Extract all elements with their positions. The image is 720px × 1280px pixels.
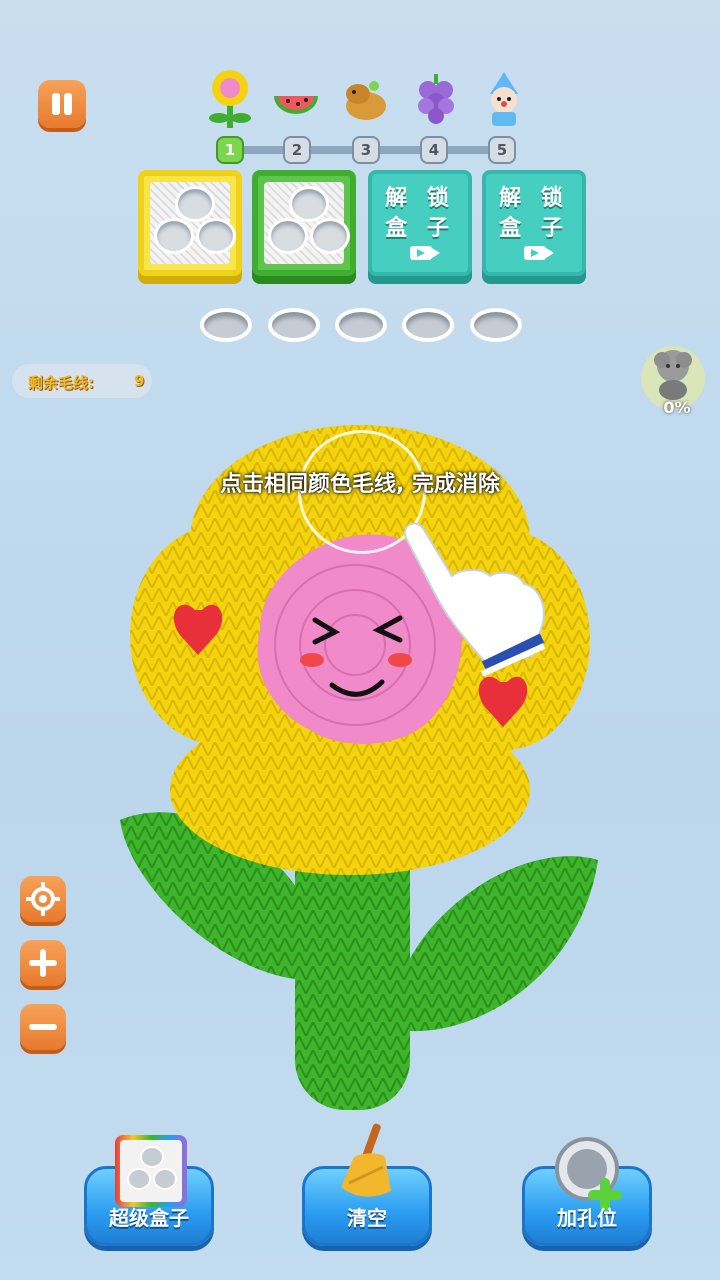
empty-slot	[200, 308, 252, 342]
progress-percent: 0%	[663, 398, 691, 417]
flower-icon	[204, 68, 256, 128]
yarn-box-yellow[interactable]	[138, 170, 242, 276]
video-ad-icon	[410, 246, 440, 260]
target-icon	[26, 882, 60, 916]
broom-icon	[335, 1123, 405, 1203]
instruction-text: 点击相同颜色毛线, 完成消除	[219, 472, 501, 497]
remaining-count: 9	[134, 372, 145, 390]
clear-label: 清空	[347, 1206, 387, 1230]
recenter-button[interactable]	[20, 876, 66, 922]
zoom-out-button[interactable]	[20, 1004, 66, 1050]
watermelon-icon	[270, 68, 322, 128]
yarn-right-leaf[interactable]	[400, 856, 598, 1032]
box-hole	[154, 218, 194, 254]
level-node-2: 2	[283, 136, 311, 164]
capybara-icon	[340, 68, 392, 128]
box-hole	[175, 186, 215, 222]
level-node-5: 5	[488, 136, 516, 164]
minus-icon	[29, 1024, 57, 1030]
box-hole	[268, 218, 308, 254]
level-node-4: 4	[420, 136, 448, 164]
pointing-hand-icon	[392, 516, 552, 677]
pause-button[interactable]	[38, 80, 86, 128]
super-box-icon	[115, 1135, 187, 1207]
pause-icon	[52, 93, 60, 115]
add-hole-icon	[549, 1133, 629, 1213]
empty-slot	[335, 308, 387, 342]
box-hole	[310, 218, 350, 254]
clear-button[interactable]: 清空	[302, 1123, 432, 1246]
unlock-label-line1: 解 锁	[385, 186, 455, 211]
remaining-yarn-counter: 剩余毛线: 9	[12, 364, 152, 398]
yarn-box-green[interactable]	[252, 170, 356, 276]
unlock-box-button-1[interactable]: 解 锁 盒 子	[368, 170, 472, 276]
add-hole-button[interactable]: 加孔位	[522, 1137, 652, 1246]
super-box-label: 超级盒子	[109, 1206, 189, 1230]
level-node-1: 1	[216, 136, 244, 164]
unlock-label-line1: 解 锁	[499, 186, 569, 211]
empty-slot	[268, 308, 320, 342]
box-hole	[196, 218, 236, 254]
empty-slot	[402, 308, 454, 342]
unlock-label-line2: 盒 子	[499, 216, 569, 241]
grape-icon	[410, 68, 462, 128]
pause-icon-bar	[64, 93, 72, 115]
add-hole-label: 加孔位	[557, 1206, 617, 1230]
box-hole	[289, 186, 329, 222]
super-box-button[interactable]: 超级盒子	[84, 1135, 214, 1246]
unlock-label-line2: 盒 子	[385, 216, 455, 241]
unlock-box-button-2[interactable]: 解 锁 盒 子	[482, 170, 586, 276]
video-ad-icon	[524, 246, 554, 260]
zoom-in-button[interactable]	[20, 940, 66, 986]
plus-icon	[29, 949, 57, 977]
clown-icon	[478, 68, 530, 128]
empty-slot	[470, 308, 522, 342]
level-node-3: 3	[352, 136, 380, 164]
remaining-label: 剩余毛线:	[28, 374, 94, 392]
